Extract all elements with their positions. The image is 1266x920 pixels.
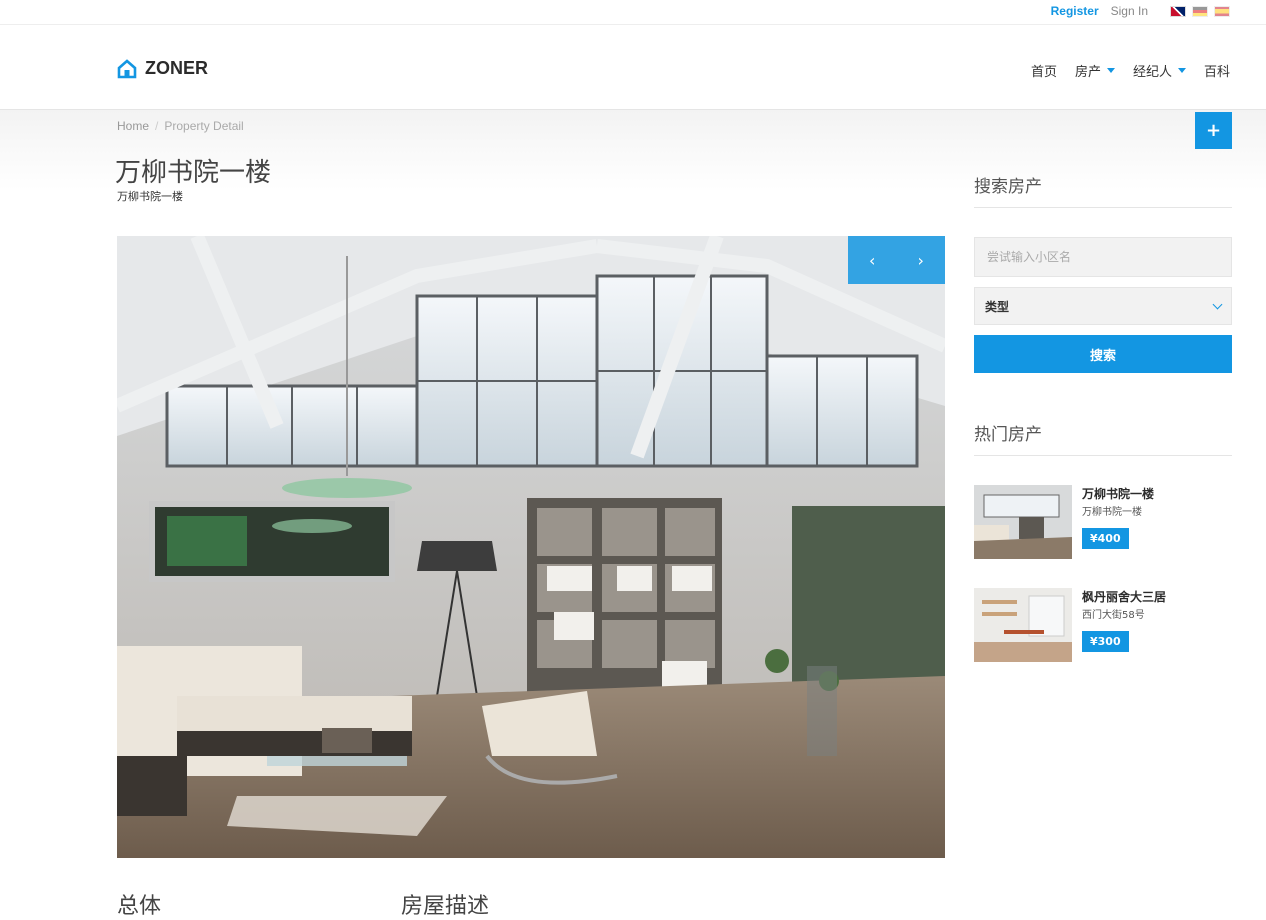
hot-property-address: 万柳书院一楼: [1082, 507, 1142, 518]
nav-agents-label: 经纪人: [1132, 65, 1172, 80]
site-header: ZONER 首页 房产 经纪人 百科: [0, 25, 1266, 110]
nav-wiki-label: 百科: [1203, 65, 1230, 80]
account-links: Register Sign In: [1051, 4, 1230, 18]
page-title: 万柳书院一楼: [115, 158, 272, 188]
property-gallery[interactable]: ‹ ›: [117, 236, 945, 858]
price-badge: ¥400: [1082, 528, 1129, 549]
main-nav: 首页 房产 经纪人 百科: [1031, 61, 1230, 80]
search-input[interactable]: [974, 237, 1232, 277]
breadcrumb-home[interactable]: Home: [117, 119, 149, 133]
slider-next-button[interactable]: ›: [918, 251, 924, 270]
spanish-flag-icon[interactable]: [1214, 5, 1230, 17]
divider: [974, 455, 1232, 456]
add-property-button[interactable]: +: [1195, 112, 1232, 149]
type-select[interactable]: 类型: [974, 287, 1232, 325]
signin-link[interactable]: Sign In: [1111, 4, 1148, 18]
overview-heading: 总体: [117, 894, 162, 919]
search-button[interactable]: 搜索: [974, 335, 1232, 373]
property-photo: [117, 236, 945, 858]
logo[interactable]: ZONER: [117, 58, 208, 79]
search-title: 搜索房产: [974, 177, 1042, 197]
hot-property-thumbnail[interactable]: [974, 485, 1072, 559]
nav-home[interactable]: 首页: [1031, 61, 1057, 80]
nav-property-label: 房产: [1074, 65, 1101, 80]
brand-name: ZONER: [145, 58, 208, 78]
price-badge: ¥300: [1082, 631, 1129, 652]
loft-photo: [974, 485, 1072, 559]
nav-wiki[interactable]: 百科: [1204, 61, 1230, 80]
hot-property-address: 西门大街58号: [1082, 610, 1145, 621]
hot-property-info: 万柳书院一楼 万柳书院一楼 ¥400: [1082, 485, 1154, 559]
type-select-label: 类型: [985, 299, 1010, 314]
nav-agents[interactable]: 经纪人: [1133, 61, 1186, 80]
hot-properties-title: 热门房产: [974, 425, 1042, 445]
chevron-down-icon: [1212, 299, 1223, 309]
top-bar: Register Sign In: [0, 0, 1266, 25]
breadcrumb-current: Property Detail: [164, 119, 244, 133]
home-logo-icon: [117, 58, 137, 78]
page-subtitle: 万柳书院一楼: [117, 190, 183, 203]
register-link[interactable]: Register: [1051, 4, 1099, 18]
caret-down-icon: [1177, 68, 1186, 73]
german-flag-icon[interactable]: [1192, 5, 1208, 17]
slider-prev-button[interactable]: ‹: [869, 251, 875, 270]
hot-property-name[interactable]: 枫丹丽舍大三居: [1082, 588, 1166, 605]
caret-down-icon: [1106, 68, 1115, 73]
description-heading: 房屋描述: [401, 894, 490, 919]
hot-property-name[interactable]: 万柳书院一楼: [1082, 485, 1154, 502]
nav-home-label: 首页: [1030, 65, 1057, 80]
breadcrumb: Home / Property Detail: [117, 119, 244, 133]
english-flag-icon[interactable]: [1170, 5, 1186, 17]
divider: [974, 207, 1232, 208]
hot-property-info: 枫丹丽舍大三居 西门大街58号 ¥300: [1082, 588, 1166, 662]
slider-controls: ‹ ›: [848, 236, 945, 284]
nav-property[interactable]: 房产: [1075, 61, 1115, 80]
hot-property-thumbnail[interactable]: [974, 588, 1072, 662]
hot-property-item: 枫丹丽舍大三居 西门大街58号 ¥300: [974, 588, 1166, 662]
breadcrumb-separator: /: [155, 119, 159, 133]
hot-property-item: 万柳书院一楼 万柳书院一楼 ¥400: [974, 485, 1154, 559]
apartment-photo: [974, 588, 1072, 662]
